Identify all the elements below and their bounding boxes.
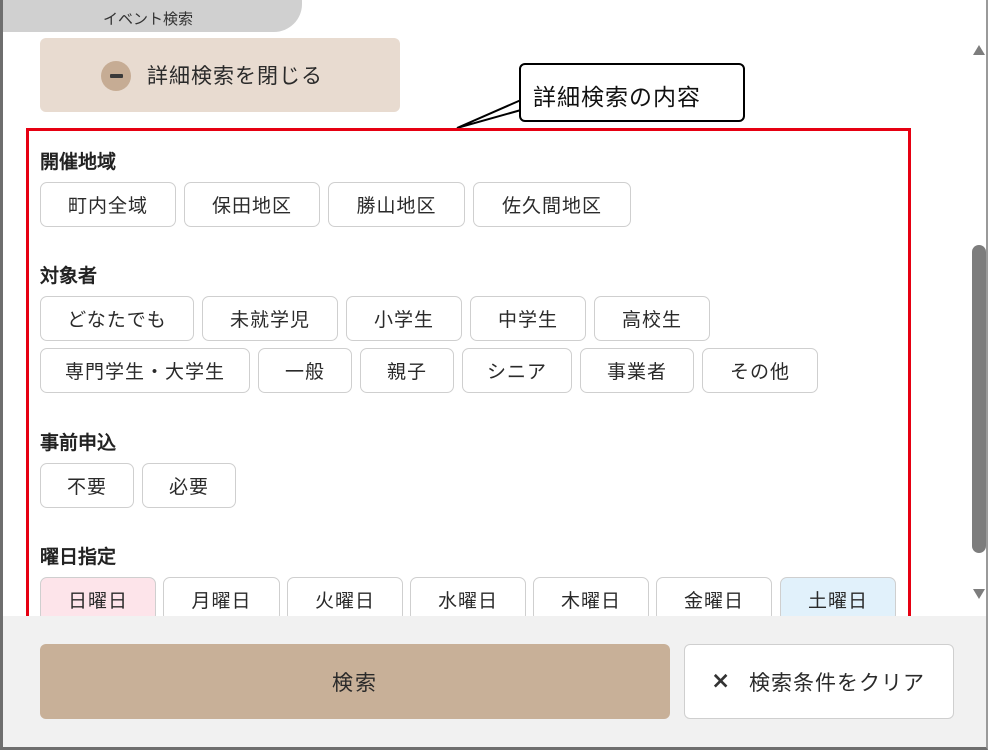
section-title-application: 事前申込 — [40, 432, 117, 454]
clear-conditions-button[interactable]: × 検索条件をクリア — [684, 644, 954, 719]
chip-target[interactable]: シニア — [462, 348, 572, 393]
chip-target[interactable]: 未就学児 — [202, 296, 338, 341]
chip-target[interactable]: 親子 — [360, 348, 454, 393]
tab-event-search[interactable]: イベント検索 — [0, 0, 302, 32]
chip-application[interactable]: 不要 — [40, 463, 134, 508]
section-title-target: 対象者 — [40, 265, 98, 287]
scrollbar-thumb[interactable] — [972, 245, 986, 553]
close-icon: × — [711, 668, 731, 694]
chip-area[interactable]: 保田地区 — [184, 182, 320, 227]
close-advanced-search-button[interactable]: 詳細検索を閉じる — [40, 38, 400, 112]
chip-application[interactable]: 必要 — [142, 463, 236, 508]
chip-target[interactable]: 事業者 — [580, 348, 694, 393]
chip-target[interactable]: その他 — [702, 348, 818, 393]
callout-text: 詳細検索の内容 — [533, 85, 701, 111]
search-button[interactable]: 検索 — [40, 644, 670, 719]
chip-target[interactable]: どなたでも — [40, 296, 194, 341]
chip-target[interactable]: 高校生 — [594, 296, 710, 341]
section-title-area: 開催地域 — [40, 151, 117, 173]
chip-area[interactable]: 佐久間地区 — [473, 182, 631, 227]
chip-target[interactable]: 専門学生・大学生 — [40, 348, 250, 393]
toggle-label: 詳細検索を閉じる — [147, 64, 323, 88]
scroll-up-arrow-icon[interactable] — [972, 44, 986, 56]
scroll-down-arrow-icon[interactable] — [972, 588, 986, 600]
chip-area[interactable]: 勝山地区 — [328, 182, 465, 227]
clear-label: 検索条件をクリア — [749, 671, 925, 695]
tab-label: イベント検索 — [103, 10, 194, 28]
section-title-weekday: 曜日指定 — [40, 546, 117, 568]
callout-pointer — [456, 99, 522, 129]
annotation-callout: 詳細検索の内容 — [519, 63, 745, 122]
chip-target[interactable]: 中学生 — [470, 296, 586, 341]
minus-circle-icon — [101, 61, 131, 91]
chip-target[interactable]: 小学生 — [346, 296, 462, 341]
chip-area[interactable]: 町内全域 — [40, 182, 176, 227]
chip-target[interactable]: 一般 — [258, 348, 352, 393]
